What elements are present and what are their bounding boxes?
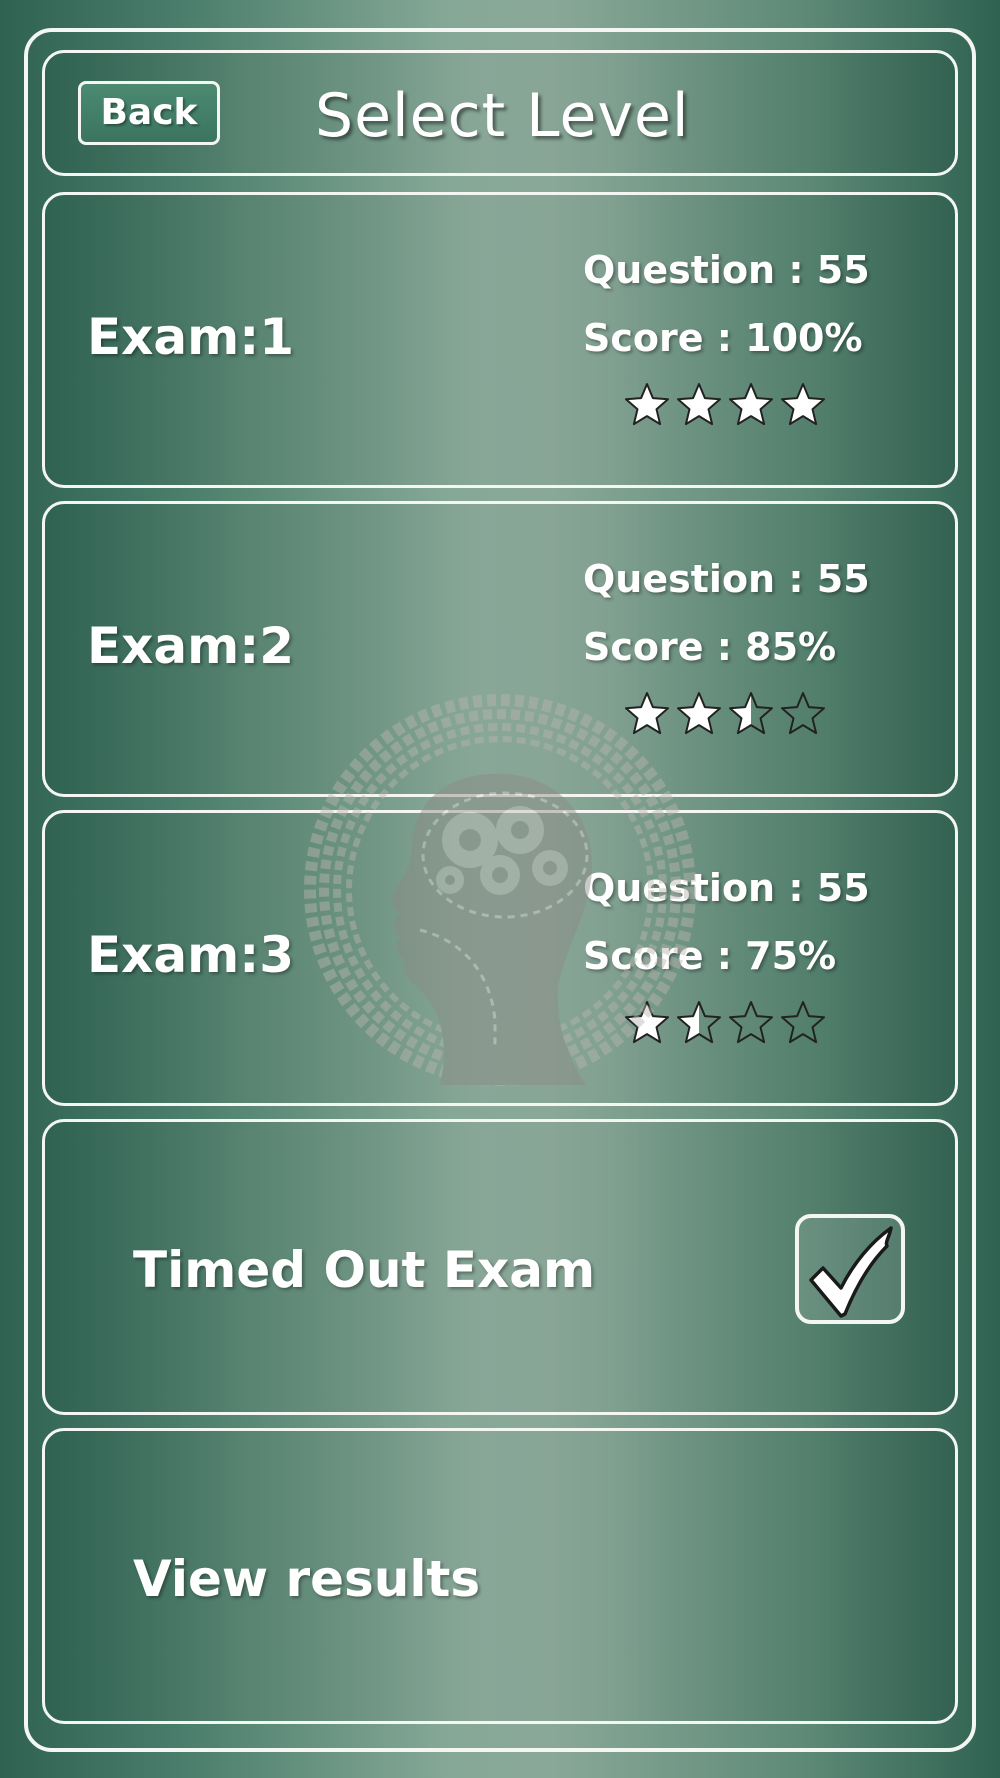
- star-icon: [729, 1001, 773, 1044]
- exam-row-1[interactable]: Exam:1 Question : 55 Score : 100%: [42, 192, 958, 488]
- star-icon: [729, 692, 773, 735]
- star-rating: [623, 690, 827, 740]
- star-icon: [729, 383, 773, 426]
- exam-label: Exam:1: [87, 308, 295, 366]
- star-icon: [625, 383, 669, 426]
- star-icon: [677, 692, 721, 735]
- exam-label: Exam:2: [87, 617, 295, 675]
- score-text: Score : 75%: [583, 934, 837, 978]
- timed-out-label: Timed Out Exam: [133, 1241, 596, 1299]
- star-icon: [781, 1001, 825, 1044]
- exam-label: Exam:3: [87, 926, 295, 984]
- question-count: Question : 55: [583, 557, 870, 601]
- star-icon: [781, 383, 825, 426]
- timed-out-checkbox[interactable]: [795, 1214, 905, 1324]
- question-count: Question : 55: [583, 248, 870, 292]
- star-icon: [625, 692, 669, 735]
- star-rating: [623, 381, 827, 431]
- page-title: Select Level: [315, 81, 690, 151]
- star-icon: [625, 1001, 669, 1044]
- score-text: Score : 85%: [583, 625, 837, 669]
- view-results-button[interactable]: View results: [42, 1428, 958, 1724]
- exam-row-2[interactable]: Exam:2 Question : 55 Score : 85%: [42, 501, 958, 797]
- back-button[interactable]: Back: [78, 81, 220, 145]
- question-count: Question : 55: [583, 866, 870, 910]
- star-icon: [677, 1001, 721, 1044]
- header-bar: Back Select Level: [42, 50, 958, 176]
- exam-row-3[interactable]: Exam:3 Question : 55 Score : 75%: [42, 810, 958, 1106]
- score-text: Score : 100%: [583, 316, 863, 360]
- view-results-label: View results: [133, 1550, 481, 1608]
- star-icon: [677, 383, 721, 426]
- timed-out-exam-row[interactable]: Timed Out Exam: [42, 1119, 958, 1415]
- star-icon: [781, 692, 825, 735]
- checkmark-icon: [809, 1226, 893, 1318]
- star-rating: [623, 999, 827, 1049]
